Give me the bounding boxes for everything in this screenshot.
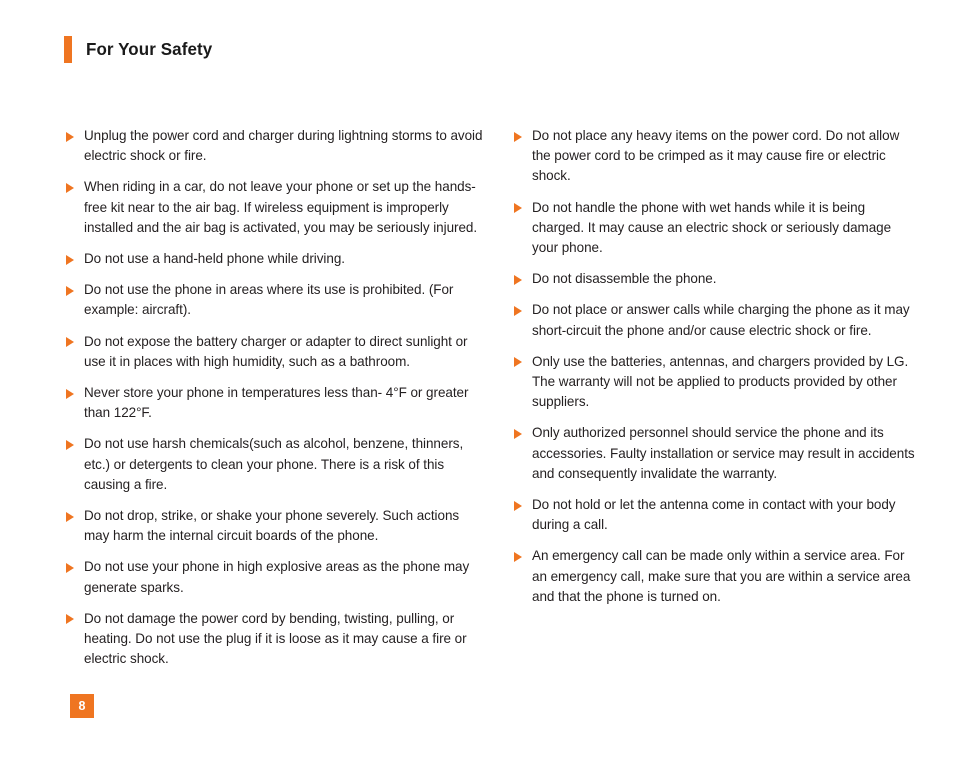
safety-list-item: Do not place or answer calls while charg… [512, 300, 924, 340]
safety-list-item: Do not place any heavy items on the powe… [512, 126, 924, 187]
safety-list-left: Unplug the power cord and charger during… [64, 126, 494, 669]
safety-item-text: Do not disassemble the phone. [532, 271, 717, 287]
triangle-right-icon [66, 131, 74, 142]
triangle-right-icon [514, 274, 522, 285]
safety-item-text: Unplug the power cord and charger during… [84, 128, 483, 164]
safety-item-text: Do not use a hand-held phone while drivi… [84, 251, 345, 267]
safety-content-columns: Unplug the power cord and charger during… [64, 126, 924, 669]
triangle-right-icon [514, 203, 522, 214]
triangle-right-icon [66, 388, 74, 399]
safety-item-text: Only use the batteries, antennas, and ch… [532, 353, 909, 410]
triangle-right-icon [514, 305, 522, 316]
safety-item-text: An emergency call can be made only withi… [532, 548, 911, 604]
safety-list-item: Do not hold or let the antenna come in c… [512, 495, 924, 535]
safety-item-text: Do not damage the power cord by bending,… [84, 610, 467, 667]
safety-item-text: Do not handle the phone with wet hands w… [532, 199, 892, 256]
safety-item-text: Do not use the phone in areas where its … [84, 282, 454, 318]
safety-list-item: Do not drop, strike, or shake your phone… [64, 506, 494, 546]
safety-item-text: Do not use harsh chemicals(such as alcoh… [84, 436, 464, 492]
safety-list-item: Only use the batteries, antennas, and ch… [512, 352, 924, 413]
triangle-right-icon [66, 562, 74, 573]
triangle-right-icon [66, 614, 74, 625]
safety-list-item: Do not use the phone in areas where its … [64, 280, 494, 320]
safety-list-item: Only authorized personnel should service… [512, 423, 924, 484]
page-number-badge: 8 [70, 694, 94, 718]
safety-item-text: Do not place or answer calls while charg… [532, 302, 910, 338]
safety-list-item: Do not use harsh chemicals(such as alcoh… [64, 434, 494, 495]
triangle-right-icon [514, 131, 522, 142]
right-column: Do not place any heavy items on the powe… [494, 126, 924, 669]
safety-list-item: When riding in a car, do not leave your … [64, 177, 494, 238]
safety-item-text: Never store your phone in temperatures l… [84, 385, 469, 421]
triangle-right-icon [66, 254, 74, 265]
page-header: For Your Safety [64, 36, 216, 63]
safety-item-text: Do not expose the battery charger or ada… [84, 333, 468, 369]
triangle-right-icon [66, 511, 74, 522]
safety-list-item: Do not disassemble the phone. [512, 269, 924, 289]
safety-item-text: Do not use your phone in high explosive … [84, 559, 470, 595]
triangle-right-icon [514, 357, 522, 368]
triangle-right-icon [514, 500, 522, 511]
safety-list-item: Unplug the power cord and charger during… [64, 126, 494, 166]
manual-page: For Your Safety Unplug the power cord an… [0, 0, 954, 764]
safety-list-item: An emergency call can be made only withi… [512, 546, 924, 607]
safety-item-text: Do not hold or let the antenna come in c… [532, 497, 896, 533]
safety-list-item: Do not use your phone in high explosive … [64, 557, 494, 597]
safety-list-item: Do not use a hand-held phone while drivi… [64, 249, 494, 269]
safety-list-right: Do not place any heavy items on the powe… [512, 126, 924, 607]
safety-list-item: Do not handle the phone with wet hands w… [512, 198, 924, 259]
safety-item-text: Do not drop, strike, or shake your phone… [84, 508, 460, 544]
safety-list-item: Never store your phone in temperatures l… [64, 383, 494, 423]
triangle-right-icon [66, 337, 74, 348]
triangle-right-icon [66, 285, 74, 296]
safety-item-text: When riding in a car, do not leave your … [84, 179, 478, 235]
triangle-right-icon [66, 439, 74, 450]
left-column: Unplug the power cord and charger during… [64, 126, 494, 669]
header-accent-bar [64, 36, 72, 63]
safety-list-item: Do not expose the battery charger or ada… [64, 332, 494, 372]
triangle-right-icon [66, 182, 74, 193]
triangle-right-icon [514, 551, 522, 562]
page-title: For Your Safety [86, 38, 213, 59]
safety-list-item: Do not damage the power cord by bending,… [64, 609, 494, 670]
safety-item-text: Only authorized personnel should service… [532, 425, 915, 481]
safety-item-text: Do not place any heavy items on the powe… [532, 128, 900, 184]
triangle-right-icon [514, 428, 522, 439]
